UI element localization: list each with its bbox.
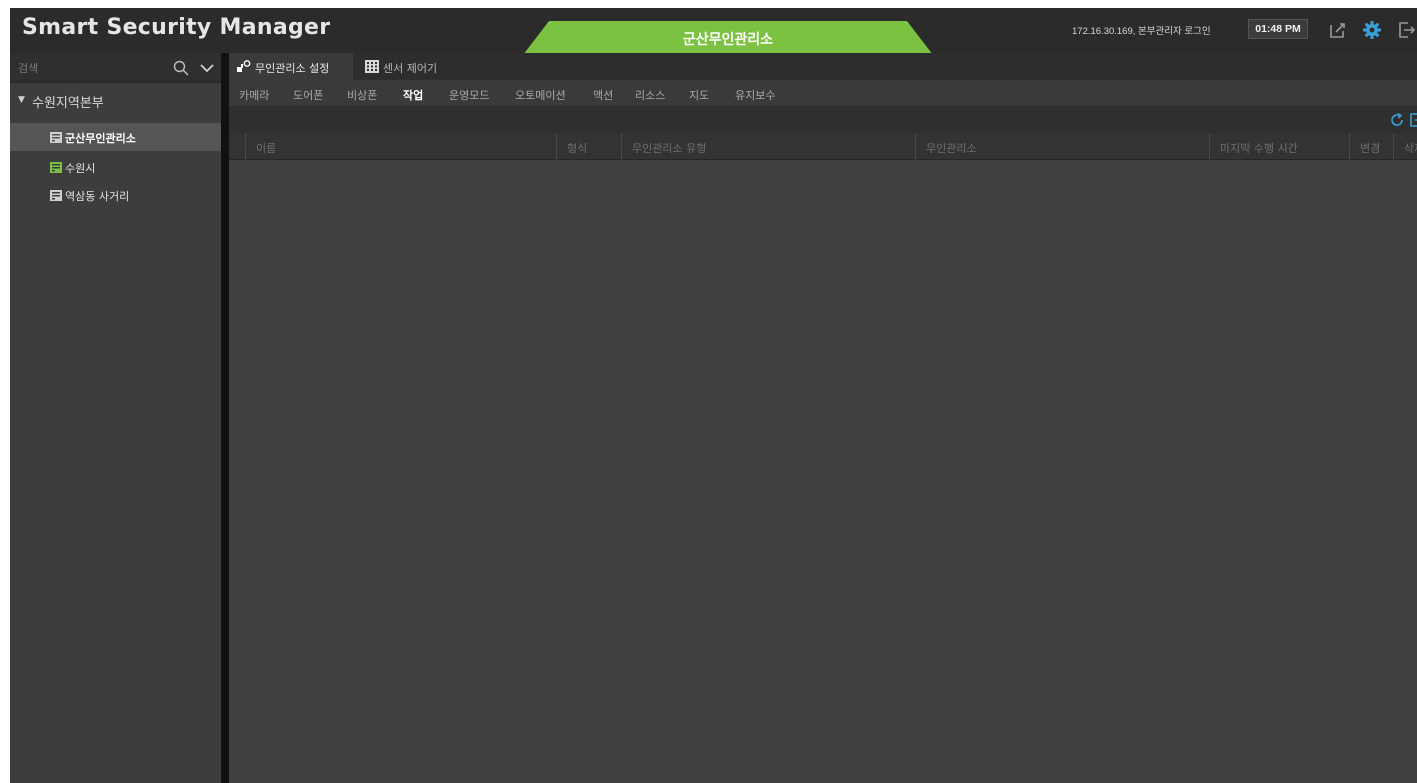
tree-item-yeoksam[interactable]: 역삼동 사거리 (10, 181, 221, 209)
column-type[interactable]: 형식 (556, 133, 621, 160)
search-icon[interactable] (173, 60, 189, 76)
tree-group-suwon[interactable]: ▼ 수원지역본부 (10, 85, 221, 115)
column-site-type[interactable]: 무인관리소 유형 (621, 133, 915, 160)
column-label: 무인관리소 (926, 142, 977, 155)
column-label: 이름 (256, 142, 277, 155)
chevron-down-icon[interactable] (200, 63, 214, 73)
subtab-action[interactable]: 액션 (593, 87, 613, 103)
column-select (229, 133, 245, 160)
app-window: Smart Security Manager 군산무인관리소 172.16.30… (10, 8, 1417, 783)
panel-splitter[interactable] (221, 53, 229, 783)
column-label: 마지막 수행 시간 (1220, 142, 1298, 155)
subtab-map[interactable]: 지도 (689, 87, 709, 103)
app-title: Smart Security Manager (22, 15, 331, 40)
column-label: 삭제 (1404, 142, 1417, 155)
tab-sensor-controller[interactable]: 센서 제어기 (357, 53, 457, 80)
tab-label: 무인관리소 설정 (255, 62, 330, 75)
subtab-resource[interactable]: 리소스 (635, 87, 665, 103)
refresh-icon[interactable] (1389, 112, 1405, 128)
column-edit[interactable]: 변경 (1349, 133, 1393, 160)
column-last-run[interactable]: 마지막 수행 시간 (1209, 133, 1349, 160)
sidebar-search (10, 53, 221, 83)
tree-item-suwon-city[interactable]: 수원시 (10, 153, 221, 181)
column-label: 변경 (1360, 142, 1381, 155)
subtab-automation[interactable]: 오토메이션 (515, 87, 566, 103)
toolbar (229, 106, 1417, 133)
export-icon[interactable] (1409, 112, 1417, 128)
site-tab-label: 군산무인관리소 (682, 32, 774, 48)
expand-triangle-icon[interactable]: ▼ (18, 95, 25, 105)
table-header: 이름 형식 무인관리소 유형 무인관리소 마지막 수행 시간 변경 삭제 (229, 133, 1417, 160)
tree-item-label: 수원시 (65, 162, 96, 175)
gear-icon[interactable] (1362, 20, 1382, 40)
tab-label: 센서 제어기 (383, 62, 438, 75)
tree-item-label: 군산무인관리소 (65, 132, 136, 145)
site-tab[interactable]: 군산무인관리소 (523, 21, 933, 55)
column-label: 형식 (567, 142, 588, 155)
logout-icon[interactable] (1396, 20, 1416, 40)
subtab-doorphone[interactable]: 도어폰 (293, 87, 323, 103)
search-input[interactable] (18, 59, 168, 77)
tree-group-label: 수원지역본부 (32, 96, 104, 111)
subtab-task[interactable]: 작업 (403, 87, 423, 103)
sidebar: ▼ 수원지역본부 군산무인관리소 수원시 (10, 53, 221, 783)
login-info: 172.16.30.169, 본부관리자 로그인 (1072, 26, 1211, 37)
column-delete[interactable]: 삭제 (1393, 133, 1417, 160)
subtab-emergency-phone[interactable]: 비상폰 (347, 87, 377, 103)
site-settings-icon (237, 60, 251, 72)
column-name[interactable]: 이름 (245, 133, 556, 160)
table-body (229, 160, 1417, 783)
tree-item-gunsan[interactable]: 군산무인관리소 (10, 123, 221, 151)
sub-tab-bar: 카메라 도어폰 비상폰 작업 운영모드 오토메이션 액션 리소스 지도 유지보수 (229, 80, 1417, 106)
subtab-operation-mode[interactable]: 운영모드 (449, 87, 489, 103)
title-bar: Smart Security Manager 군산무인관리소 172.16.30… (10, 8, 1417, 55)
clock: 01:48 PM (1248, 19, 1308, 39)
site-icon (50, 190, 62, 201)
subtab-camera[interactable]: 카메라 (239, 87, 269, 103)
site-icon (50, 162, 62, 173)
site-icon (50, 132, 62, 143)
main-panel: 무인관리소 설정 센서 제어기 카메라 도어폰 비상폰 작업 운영모드 오토메이… (229, 53, 1417, 783)
top-tab-bar: 무인관리소 설정 센서 제어기 (229, 53, 1417, 80)
subtab-maintenance[interactable]: 유지보수 (735, 87, 775, 103)
sensor-grid-icon (365, 60, 379, 73)
tab-site-settings[interactable]: 무인관리소 설정 (229, 53, 353, 80)
tree-item-label: 역삼동 사거리 (65, 190, 130, 203)
column-label: 무인관리소 유형 (632, 142, 707, 155)
column-site[interactable]: 무인관리소 (915, 133, 1209, 160)
edit-window-icon[interactable] (1328, 20, 1348, 40)
